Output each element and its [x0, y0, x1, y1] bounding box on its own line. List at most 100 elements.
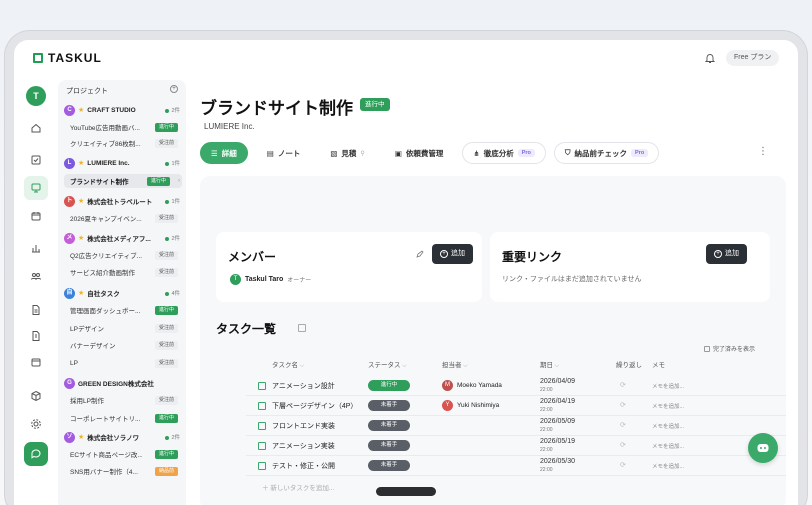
project-item[interactable]: 管理画面ダッシュボー... 進行中	[64, 303, 182, 317]
gear-icon[interactable]	[28, 416, 44, 432]
calendar-icon[interactable]	[28, 208, 44, 224]
status-badge[interactable]: 未着手	[368, 420, 410, 431]
task-checkbox[interactable]	[258, 382, 266, 390]
show-completed-toggle[interactable]: 完了済みを表示	[704, 344, 755, 353]
memo-field[interactable]: メモを追加...	[652, 442, 684, 450]
column-task-name[interactable]: タスク名	[272, 359, 304, 370]
project-item[interactable]: YouTube広告用動画バ... 進行中	[64, 120, 182, 134]
plan-button[interactable]: Free プラン	[726, 50, 780, 66]
project-item[interactable]: サービス紹介動画制作 受注前	[64, 265, 182, 279]
assignee[interactable]: M Moeko Yamada	[442, 380, 502, 391]
status-badge[interactable]: 進行中	[368, 380, 410, 391]
client-group[interactable]: ソ ★ 株式会社ソラノワ 2件	[64, 430, 182, 444]
project-item[interactable]: コーポレートサイトリ... 進行中	[64, 411, 182, 425]
project-item[interactable]: クリエイティブ86枚制... 受注前	[64, 136, 182, 150]
bell-icon[interactable]	[704, 52, 716, 64]
star-icon[interactable]: ★	[78, 289, 84, 297]
project-item[interactable]: SNS用バナー制作（4... 納品前	[64, 464, 182, 478]
repeat-icon[interactable]: ⟳	[620, 401, 626, 409]
star-icon[interactable]: ★	[78, 433, 84, 441]
table-row[interactable]: アニメーション実装 未着手 2026/05/19 22:00 ⟳ メモを追加...	[246, 436, 786, 456]
logo[interactable]: TASKUL	[33, 51, 102, 65]
copy-icon[interactable]	[298, 324, 306, 332]
table-row[interactable]: 下層ページデザイン（4P） 未着手 Y Yuki Nishimiya 2026/0…	[246, 396, 786, 416]
column-status[interactable]: ステータス	[368, 359, 407, 370]
project-item[interactable]: Q2広告クリエイティブ... 受注前	[64, 248, 182, 262]
invoice-icon[interactable]	[28, 328, 44, 344]
more-options-icon[interactable]: ⋮	[758, 146, 768, 157]
pencil-icon[interactable]	[416, 250, 424, 258]
user-avatar[interactable]: T	[26, 86, 46, 106]
memo-field[interactable]: メモを追加...	[652, 422, 684, 430]
task-name[interactable]: アニメーション実装	[272, 441, 335, 451]
status-badge[interactable]: 未着手	[368, 440, 410, 451]
bar-chart-icon[interactable]	[28, 240, 44, 256]
repeat-icon[interactable]: ⟳	[620, 461, 626, 469]
client-group[interactable]: L ★ LUMIERE Inc. 1件	[64, 156, 182, 170]
status-badge[interactable]: 未着手	[368, 400, 410, 411]
team-icon[interactable]	[28, 268, 44, 284]
document-icon[interactable]	[28, 302, 44, 318]
check-square-icon[interactable]	[28, 152, 44, 168]
status-badge[interactable]: 未着手	[368, 460, 410, 471]
client-group[interactable]: ト ★ 株式会社トラベルート 1件	[64, 194, 182, 208]
star-icon[interactable]: ★	[78, 197, 84, 205]
due-date[interactable]: 2026/05/30 22:00	[540, 458, 575, 474]
task-checkbox[interactable]	[258, 422, 266, 430]
task-name[interactable]: アニメーション設計	[272, 381, 335, 391]
task-name[interactable]: テスト・修正・公開	[272, 461, 335, 471]
task-name[interactable]: フロントエンド実装	[272, 421, 335, 431]
project-item[interactable]: LPデザイン 受注前	[64, 321, 182, 335]
tab-detail[interactable]: ☰ 詳細	[200, 142, 248, 164]
tab-analysis[interactable]: ⋔ 徹底分析 Pro	[462, 142, 546, 164]
project-item-selected[interactable]: ブランドサイト制作 進行中 ›	[64, 174, 182, 188]
due-date[interactable]: 2026/04/19 22:00	[540, 398, 575, 414]
star-icon[interactable]: ★	[78, 106, 84, 114]
memo-field[interactable]: メモを追加...	[652, 402, 684, 410]
due-date[interactable]: 2026/05/19 22:00	[540, 438, 575, 454]
table-row[interactable]: フロントエンド実装 未着手 2026/05/09 22:00 ⟳ メモを追加...	[246, 416, 786, 436]
column-due[interactable]: 期日	[540, 359, 559, 370]
memo-field[interactable]: メモを追加...	[652, 462, 684, 470]
member-row[interactable]: T Taskul Taro オーナー	[230, 274, 311, 285]
checkbox[interactable]	[704, 345, 710, 352]
add-member-button[interactable]: + 追加	[432, 244, 473, 264]
client-group[interactable]: 自 ★ 自社タスク 4件	[64, 286, 182, 300]
add-project-icon[interactable]: +	[170, 85, 178, 93]
new-task-input[interactable]: ＋ 新しいタスクを追加...	[262, 482, 334, 492]
projects-icon[interactable]	[24, 176, 48, 200]
repeat-icon[interactable]: ⟳	[620, 421, 626, 429]
project-item[interactable]: 2026夏キャンプイベン... 受注前	[64, 211, 182, 225]
repeat-icon[interactable]: ⟳	[620, 441, 626, 449]
box-icon[interactable]	[28, 388, 44, 404]
project-item[interactable]: 採用LP制作 受注前	[64, 393, 182, 407]
star-icon[interactable]: ★	[78, 159, 84, 167]
project-item[interactable]: バナーデザイン 受注前	[64, 338, 182, 352]
table-row[interactable]: アニメーション設計 進行中 M Moeko Yamada 2026/04/09 22…	[246, 376, 786, 396]
due-date[interactable]: 2026/05/09 22:00	[540, 418, 575, 434]
task-checkbox[interactable]	[258, 442, 266, 450]
task-checkbox[interactable]	[258, 462, 266, 470]
chatbot-button[interactable]	[748, 433, 778, 463]
client-group[interactable]: G GREEN DESIGN株式会社	[64, 376, 182, 390]
tab-expense[interactable]: ▣ 依頼費管理	[383, 142, 455, 164]
table-row[interactable]: テスト・修正・公開 未着手 2026/05/30 22:00 ⟳ メモを追加...	[246, 456, 786, 476]
home-icon[interactable]	[28, 120, 44, 136]
task-name[interactable]: 下層ページデザイン（4P）	[272, 401, 357, 411]
chat-icon[interactable]	[24, 442, 48, 466]
client-group[interactable]: C ★ CRAFT STUDIO 2件	[64, 103, 182, 117]
tab-estimate[interactable]: ▧ 見積 ⚲	[319, 142, 376, 164]
task-checkbox[interactable]	[258, 402, 266, 410]
repeat-icon[interactable]: ⟳	[620, 381, 626, 389]
assignee[interactable]: Y Yuki Nishimiya	[442, 400, 499, 411]
project-item[interactable]: ECサイト商品ページ改... 進行中	[64, 447, 182, 461]
client-group[interactable]: メ ★ 株式会社メディアフ... 2件	[64, 231, 182, 245]
project-item[interactable]: LP 受注前	[64, 356, 182, 370]
tab-precheck[interactable]: ⛉ 納品前チェック Pro	[553, 142, 660, 164]
due-date[interactable]: 2026/04/09 22:00	[540, 378, 575, 394]
memo-field[interactable]: メモを追加...	[652, 382, 684, 390]
project-status-badge[interactable]: 進行中	[360, 98, 390, 111]
tab-note[interactable]: ▤ ノート	[255, 142, 312, 164]
wallet-icon[interactable]	[28, 354, 44, 370]
star-icon[interactable]: ★	[78, 234, 84, 242]
